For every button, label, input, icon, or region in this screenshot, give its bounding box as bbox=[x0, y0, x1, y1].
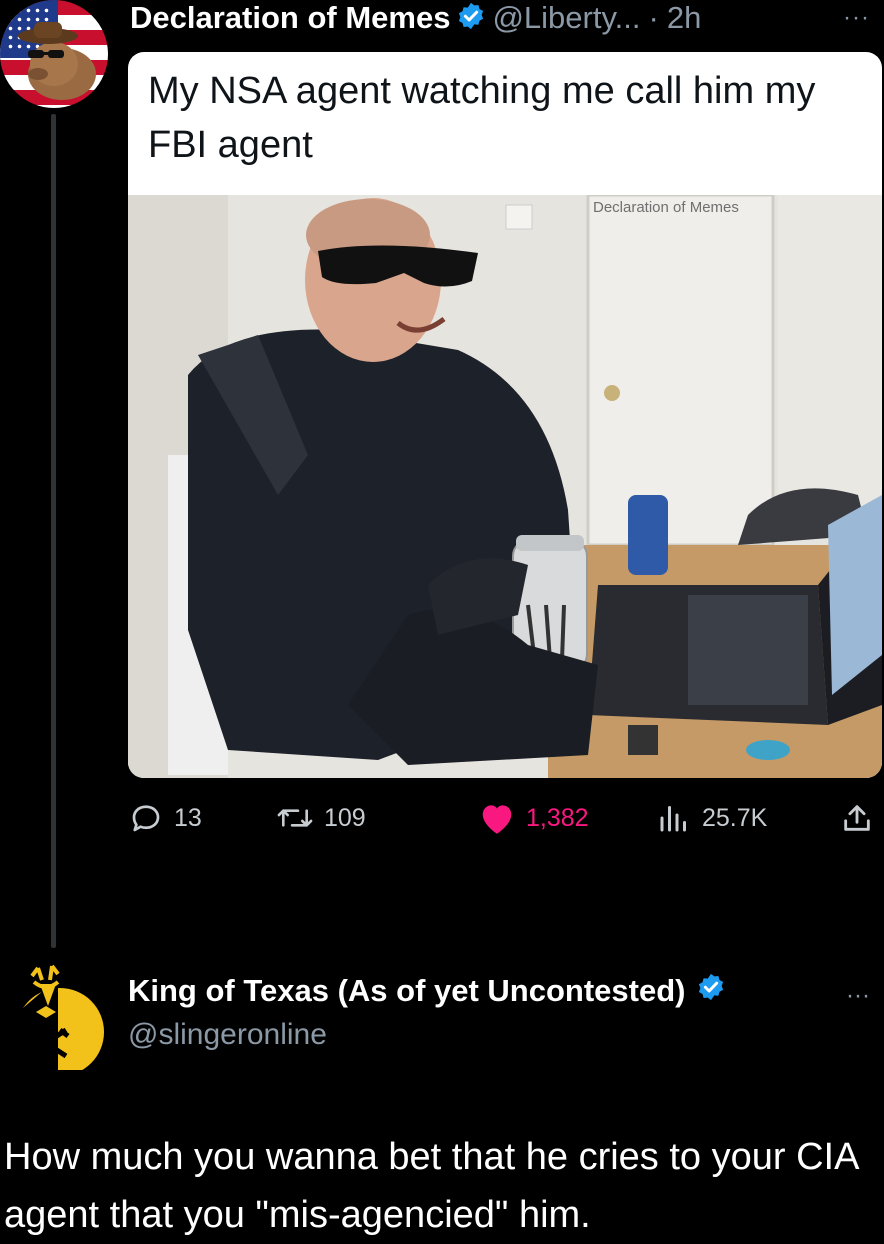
reply-verified-icon bbox=[696, 972, 726, 1010]
like-button[interactable]: 1,382 bbox=[478, 800, 589, 836]
share-button[interactable] bbox=[840, 800, 884, 836]
share-icon bbox=[844, 805, 870, 831]
tweet-actions: 13 109 1,382 25.7K bbox=[128, 800, 880, 840]
views-button[interactable]: 25.7K bbox=[656, 800, 767, 836]
retweet-count: 109 bbox=[324, 803, 366, 832]
reply-count: 13 bbox=[174, 803, 202, 832]
meme-card[interactable]: My NSA agent watching me call him my FBI… bbox=[128, 52, 882, 778]
deer-crown-logo-icon bbox=[16, 964, 104, 1076]
meme-photo: Declaration of Memes bbox=[128, 195, 882, 778]
meme-caption: My NSA agent watching me call him my FBI… bbox=[148, 70, 816, 166]
author-avatar[interactable] bbox=[0, 0, 108, 108]
meme-watermark: Declaration of Memes bbox=[593, 199, 739, 216]
like-count: 1,382 bbox=[526, 803, 589, 832]
author-name[interactable]: Declaration of Memes bbox=[130, 0, 450, 36]
more-icon[interactable]: ··· bbox=[843, 4, 870, 32]
view-count: 25.7K bbox=[702, 803, 768, 832]
reply-author-name[interactable]: King of Texas (As of yet Uncontested) bbox=[128, 973, 686, 1009]
separator-dot: · bbox=[648, 0, 659, 35]
reply-icon bbox=[132, 805, 160, 832]
retweet-icon bbox=[277, 809, 313, 827]
reply-button[interactable]: 13 bbox=[128, 800, 202, 836]
author-handle[interactable]: @Liberty... bbox=[492, 0, 640, 36]
reply-more-icon[interactable]: ··· bbox=[846, 982, 870, 1010]
officer-photo-illustration bbox=[128, 195, 882, 778]
tweet-time[interactable]: 2h bbox=[667, 0, 701, 36]
retweet-button[interactable]: 109 bbox=[276, 800, 366, 836]
verified-icon bbox=[456, 1, 486, 36]
heart-icon bbox=[482, 805, 512, 834]
reply-text: How much you wanna bet that he cries to … bbox=[4, 1136, 858, 1236]
tweet-header: Declaration of Memes @Liberty... · 2h bbox=[130, 0, 701, 36]
reply-author-row: King of Texas (As of yet Uncontested) bbox=[128, 972, 732, 1010]
reply-author-avatar[interactable] bbox=[8, 958, 108, 1076]
reply-author-handle[interactable]: @slingeronline bbox=[128, 1018, 327, 1052]
views-icon bbox=[660, 806, 686, 832]
cowboy-capybara-icon bbox=[18, 22, 96, 100]
thread-line bbox=[51, 114, 56, 948]
